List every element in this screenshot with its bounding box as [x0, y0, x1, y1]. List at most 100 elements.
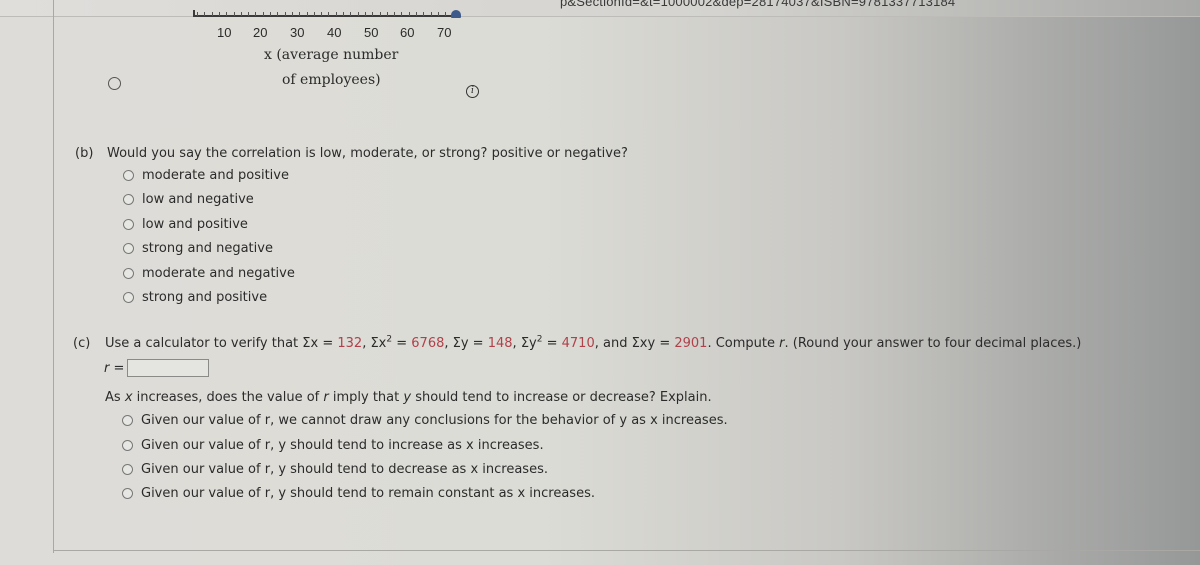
radio-button[interactable] — [123, 292, 134, 303]
x-axis-minor-tick — [387, 12, 388, 16]
x-tick-label: 60 — [400, 25, 415, 40]
x-axis-minor-tick — [343, 12, 344, 16]
followup-text: increases, does the value of — [132, 390, 324, 405]
x-axis-minor-tick — [204, 12, 205, 16]
option-label: strong and negative — [142, 241, 273, 256]
option-strong-negative[interactable]: strong and negative — [123, 241, 273, 256]
option-low-positive[interactable]: low and positive — [123, 217, 248, 232]
part-b-label: (b) — [75, 146, 94, 161]
followup-question: As x increases, does the value of r impl… — [105, 390, 712, 405]
x-axis-minor-tick — [423, 12, 424, 16]
part-b-question-text: Would you say the correlation is low, mo… — [107, 146, 628, 161]
option-decrease[interactable]: Given our value of r, y should tend to d… — [122, 462, 548, 477]
x-axis-minor-tick — [416, 12, 417, 16]
x-axis-minor-tick — [234, 12, 235, 16]
followup-text: As — [105, 390, 125, 405]
x-symbol: x — [124, 390, 133, 405]
radio-button[interactable] — [123, 219, 134, 230]
r-answer-input[interactable] — [127, 359, 209, 377]
x-axis-minor-tick — [263, 12, 264, 16]
x-axis-minor-tick — [328, 12, 329, 16]
part-c-intro: Use a calculator to verify that — [105, 336, 303, 351]
radio-button[interactable] — [123, 194, 134, 205]
x-axis-minor-tick — [445, 12, 446, 16]
radio-button[interactable] — [122, 464, 133, 475]
x-axis-minor-tick — [380, 12, 381, 16]
x-axis-minor-tick — [365, 12, 366, 16]
x-axis-minor-tick — [277, 12, 278, 16]
x-tick-label: 30 — [290, 25, 305, 40]
sum-x2-label: Σx — [370, 336, 387, 351]
info-icon[interactable]: i — [466, 85, 479, 98]
radio-button[interactable] — [122, 415, 133, 426]
x-axis-minor-tick — [321, 12, 322, 16]
followup-text: should tend to increase or decrease? Exp… — [411, 390, 712, 405]
sum-x-label: Σx = — [302, 336, 338, 351]
url-fragment: p&SectionId=&t=1000002&dep=28174037&ISBN… — [560, 0, 956, 9]
graph-choice-radio[interactable] — [108, 77, 121, 90]
sum-y-label: Σy = — [452, 336, 488, 351]
x-tick-label: 70 — [437, 25, 452, 40]
x-tick-label: 50 — [364, 25, 379, 40]
x-axis-line — [193, 15, 458, 17]
x-axis-title-line1: x (average number — [264, 47, 399, 63]
part-c-question: (c) Use a calculator to verify that Σx = … — [73, 334, 1082, 351]
x-axis-minor-tick — [219, 12, 220, 16]
option-strong-positive[interactable]: strong and positive — [123, 290, 267, 305]
option-increase[interactable]: Given our value of r, y should tend to i… — [122, 438, 544, 453]
option-label: Given our value of r, y should tend to d… — [141, 462, 548, 477]
sum-x-value: 132 — [337, 336, 363, 351]
x-axis-minor-tick — [336, 12, 337, 16]
x-axis-title-line2: of employees) — [282, 72, 381, 88]
content-left-border — [53, 0, 54, 553]
x-axis-minor-tick — [226, 12, 227, 16]
x-axis-minor-tick — [401, 12, 402, 16]
part-c-rounding-note: . (Round your answer to four decimal pla… — [784, 336, 1082, 351]
x-axis-minor-tick — [299, 12, 300, 16]
option-label: moderate and negative — [142, 266, 295, 281]
content-bottom-border — [53, 550, 1200, 551]
radio-button[interactable] — [122, 440, 133, 451]
sum-y-value: 148 — [487, 336, 513, 351]
x-axis-minor-tick — [197, 12, 198, 16]
x-axis-minor-tick — [248, 12, 249, 16]
x-axis-minor-tick — [314, 12, 315, 16]
browser-top-bar: p&SectionId=&t=1000002&dep=28174037&ISBN… — [0, 0, 1200, 17]
x-axis-minor-tick — [438, 12, 439, 16]
option-label: moderate and positive — [142, 168, 289, 183]
radio-button[interactable] — [123, 170, 134, 181]
r-label: r = — [104, 361, 125, 376]
x-axis-minor-tick — [285, 12, 286, 16]
sum-x2-value: 6768 — [411, 336, 445, 351]
followup-text: imply that — [328, 390, 404, 405]
option-label: Given our value of r, y should tend to r… — [141, 486, 595, 501]
option-label: Given our value of r, y should tend to i… — [141, 438, 544, 453]
radio-button[interactable] — [123, 243, 134, 254]
x-axis-minor-tick — [241, 12, 242, 16]
option-moderate-negative[interactable]: moderate and negative — [123, 266, 295, 281]
x-axis-minor-tick — [270, 12, 271, 16]
option-remain-constant[interactable]: Given our value of r, y should tend to r… — [122, 486, 595, 501]
x-axis-minor-tick — [358, 12, 359, 16]
x-axis-minor-tick — [292, 12, 293, 16]
axis-arrow-handle — [451, 10, 461, 18]
radio-button[interactable] — [123, 268, 134, 279]
option-label: strong and positive — [142, 290, 268, 305]
option-low-negative[interactable]: low and negative — [123, 192, 254, 207]
x-axis-minor-tick — [372, 12, 373, 16]
sum-xy-label: Σxy = — [631, 336, 675, 351]
option-label: Given our value of r, we cannot draw any… — [141, 413, 728, 428]
x-axis-minor-tick — [431, 12, 432, 16]
option-label: low and negative — [142, 192, 254, 207]
x-axis-minor-tick — [350, 12, 351, 16]
option-moderate-positive[interactable]: moderate and positive — [123, 168, 289, 183]
x-axis-minor-tick — [307, 12, 308, 16]
x-axis-minor-tick — [409, 12, 410, 16]
radio-button[interactable] — [122, 488, 133, 499]
x-axis-minor-tick — [212, 12, 213, 16]
option-no-conclusion[interactable]: Given our value of r, we cannot draw any… — [122, 413, 728, 428]
x-axis-minor-tick — [394, 12, 395, 16]
sum-y2-value: 4710 — [561, 336, 595, 351]
y-symbol: y — [403, 390, 412, 405]
part-c-label: (c) — [73, 336, 91, 351]
